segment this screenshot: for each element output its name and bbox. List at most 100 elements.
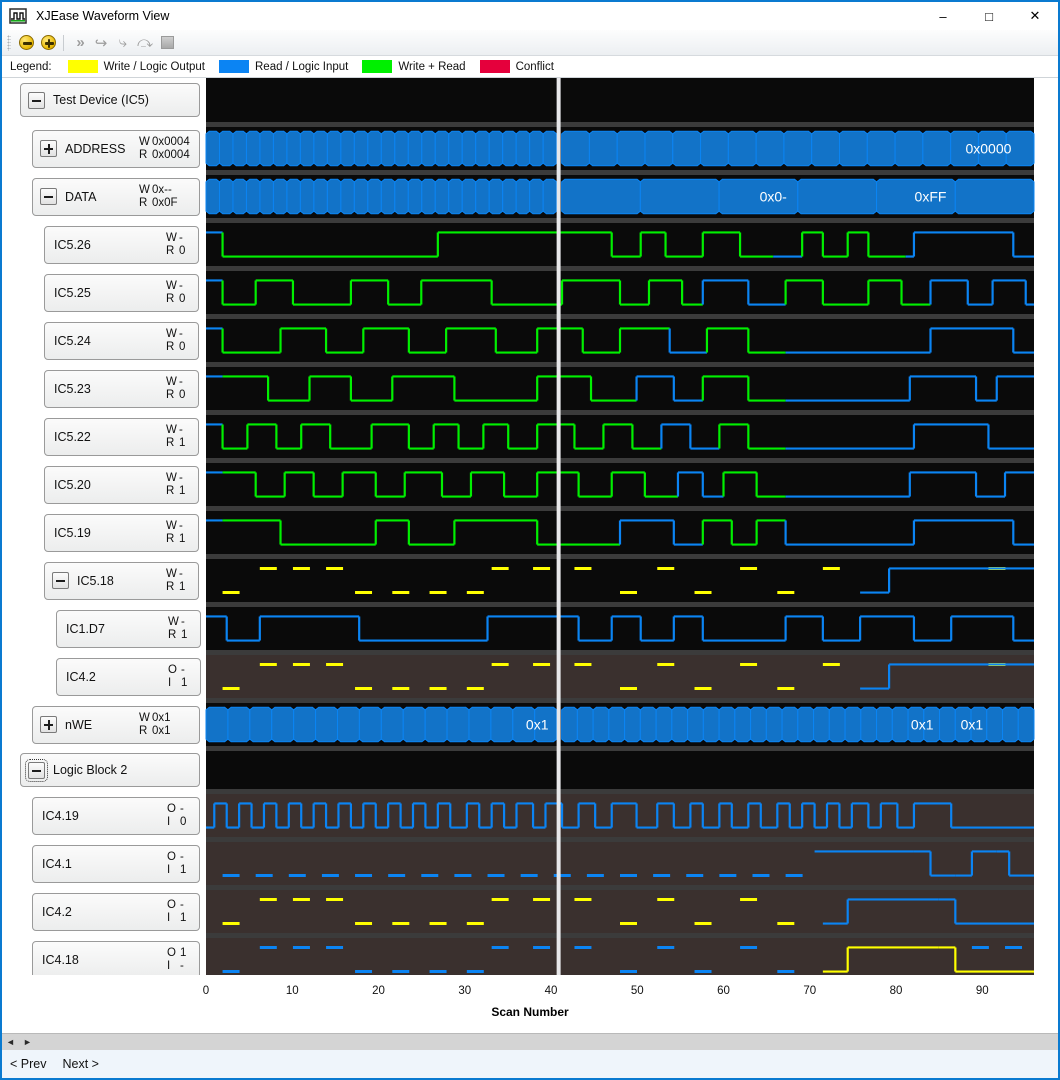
tree-node-value-row: W- xyxy=(166,472,189,484)
title-bar: XJEase Waveform View – □ ✕ xyxy=(2,2,1058,30)
tree-node-label: Logic Block 2 xyxy=(53,763,128,777)
fast-forward-button[interactable]: » xyxy=(68,32,90,54)
zoom-out-button[interactable] xyxy=(15,32,37,54)
zoom-in-button[interactable] xyxy=(37,32,59,54)
tree-node-signal-ic5-26[interactable]: IC5.26 W - R 0 xyxy=(44,225,199,264)
tree-node-value-row: W- xyxy=(166,424,189,436)
tree-node-signal-ic4-18[interactable]: IC4.18 O 1 I - xyxy=(32,940,200,975)
tree-node-signal-ic1-d7[interactable]: IC1.D7 W - R 1 xyxy=(56,609,201,648)
axis-tick-label: 20 xyxy=(372,985,385,997)
arrow-curve-up-icon: ⤼ xyxy=(136,34,154,51)
tree-node-value-row: W- xyxy=(166,328,189,340)
tree-node-signal-ic4-1[interactable]: IC4.1 O - I 1 xyxy=(32,844,200,883)
value-key: W xyxy=(166,520,177,533)
tree-node-value-row: I1 xyxy=(167,912,190,924)
expander-minus-icon[interactable] xyxy=(25,758,48,782)
value-key: O xyxy=(167,899,176,912)
waveform-canvas[interactable]: 0x0000 0x0- 0xFF 0x1 0x1 0x1 xyxy=(205,78,1058,975)
tree-node-signal-ic4-2-logic[interactable]: IC4.2 O - I 1 xyxy=(32,892,200,931)
value-text: 0 xyxy=(179,388,186,401)
scan-cursor-line[interactable] xyxy=(556,78,561,975)
row-separator xyxy=(206,933,1034,938)
horizontal-scrollbar[interactable]: ◄ ► xyxy=(2,1033,1058,1050)
tree-node-signal-ic4-2-data[interactable]: IC4.2 O - I 1 xyxy=(56,657,201,696)
tree-node-address-bus[interactable]: ADDRESS W 0x0004 R 0x0004 xyxy=(32,129,200,168)
prev-button[interactable]: < Prev xyxy=(10,1057,46,1071)
tree-node-signal-ic5-23[interactable]: IC5.23 W - R 0 xyxy=(44,369,199,408)
tree-node-label: Test Device (IC5) xyxy=(53,93,149,107)
tree-node-value-row: O1 xyxy=(167,947,190,959)
expander-minus-icon[interactable] xyxy=(28,91,45,109)
wave-row-ic5-24-wave xyxy=(206,319,1034,362)
tree-node-signal-ic4-19[interactable]: IC4.19 O - I 0 xyxy=(32,796,200,835)
legend-label: Legend: xyxy=(10,60,52,73)
tree-node-data-bus[interactable]: DATA W 0x-- R 0x0F xyxy=(32,177,200,216)
expander-minus-icon[interactable] xyxy=(52,572,69,589)
waveform-svg[interactable]: 0x0000 0x0- 0xFF 0x1 0x1 0x1 xyxy=(205,78,1035,975)
legend-item-label: Write / Logic Output xyxy=(103,60,205,73)
legend-item-2: Write + Read xyxy=(362,60,466,73)
value-key: W xyxy=(139,184,150,197)
value-text: 0 xyxy=(180,815,187,828)
value-key: I xyxy=(168,676,172,689)
value-text: - xyxy=(179,280,183,293)
wave-row-ic5-20-wave xyxy=(206,463,1034,506)
waveform-panel[interactable]: 0x0000 0x0- 0xFF 0x1 0x1 0x1 xyxy=(205,78,1058,975)
stop-button[interactable] xyxy=(156,32,178,54)
expander-plus-icon[interactable] xyxy=(40,716,57,733)
expander-plus-icon[interactable] xyxy=(40,140,57,157)
legend-item-1: Read / Logic Input xyxy=(219,60,348,73)
expander-minus-icon[interactable] xyxy=(40,188,57,205)
tree-node-signal-ic5-24[interactable]: IC5.24 W - R 0 xyxy=(44,321,199,360)
tree-node-value-row: R0 xyxy=(166,245,189,257)
step-over-button[interactable]: ↪ xyxy=(90,32,112,54)
tree-node-values: W 0x1 R 0x1 xyxy=(139,712,190,737)
minimize-button[interactable]: – xyxy=(920,2,966,30)
scan-axis: 0 10 20 30 40 50 60 70 80 90 Scan Number xyxy=(2,975,1058,1033)
scrollbar-track[interactable] xyxy=(36,1034,1058,1050)
axis-tick-label: 50 xyxy=(630,985,644,997)
scroll-right-arrow-icon[interactable]: ► xyxy=(19,1035,36,1050)
tree-node-values: W-R0 xyxy=(166,328,189,353)
axis-tick-label: 90 xyxy=(975,985,989,997)
value-text: - xyxy=(179,424,183,437)
value-text: 1 xyxy=(179,436,186,449)
step-out-button[interactable]: ⤼ xyxy=(134,32,156,54)
tree-node-values: W-R1 xyxy=(166,472,189,497)
value-text: 0x-- xyxy=(152,184,172,197)
tree-node-signal-ic5-20[interactable]: IC5.20 W - R 1 xyxy=(44,465,199,504)
bus-value-label: 0xFF xyxy=(915,189,947,205)
tree-node-logic-block-2[interactable]: Logic Block 2 xyxy=(20,753,200,787)
step-into-button[interactable]: ⤷ xyxy=(112,32,134,54)
tree-node-signal-ic5-22[interactable]: IC5.22 W - R 1 xyxy=(44,417,199,456)
bus-value-label: 0x1 xyxy=(526,717,549,733)
value-text: - xyxy=(180,851,184,864)
close-button[interactable]: ✕ xyxy=(1012,2,1058,30)
maximize-button[interactable]: □ xyxy=(966,2,1012,30)
tree-node-signal-ic5-18[interactable]: IC5.18 W - R 1 xyxy=(44,561,199,600)
scroll-left-arrow-icon[interactable]: ◄ xyxy=(2,1035,19,1050)
double-chevron-right-icon: » xyxy=(76,34,85,51)
tree-node-test-device[interactable]: Test Device (IC5) xyxy=(20,83,200,117)
axis-tick-label: 70 xyxy=(803,985,817,997)
tree-node-label: IC4.2 xyxy=(42,904,72,919)
next-button[interactable]: Next > xyxy=(62,1057,98,1071)
tree-node-label: IC5.26 xyxy=(54,237,91,252)
toolbar-grip[interactable] xyxy=(7,34,11,51)
tree-node-value-row: O- xyxy=(167,899,190,911)
value-text: 0x1 xyxy=(152,712,171,725)
tree-node-label: IC4.1 xyxy=(42,856,72,871)
value-text: 0x0004 xyxy=(152,136,190,149)
legend-item-label: Write + Read xyxy=(398,60,466,73)
tree-node-signal-ic5-19[interactable]: IC5.19 W - R 1 xyxy=(44,513,199,552)
tree-node-signal-ic5-25[interactable]: IC5.25 W - R 0 xyxy=(44,273,199,312)
value-text: 0 xyxy=(179,244,186,257)
tree-node-value-row: O- xyxy=(168,664,191,676)
value-key: R xyxy=(166,244,175,257)
value-key: W xyxy=(166,280,177,293)
tree-node-label: IC5.19 xyxy=(54,525,91,540)
value-key: O xyxy=(167,803,176,816)
tree-node-nwe-bus[interactable]: nWE W 0x1 R 0x1 xyxy=(32,705,200,744)
legend-item-3: Conflict xyxy=(479,60,554,73)
row-separator xyxy=(206,698,1034,703)
